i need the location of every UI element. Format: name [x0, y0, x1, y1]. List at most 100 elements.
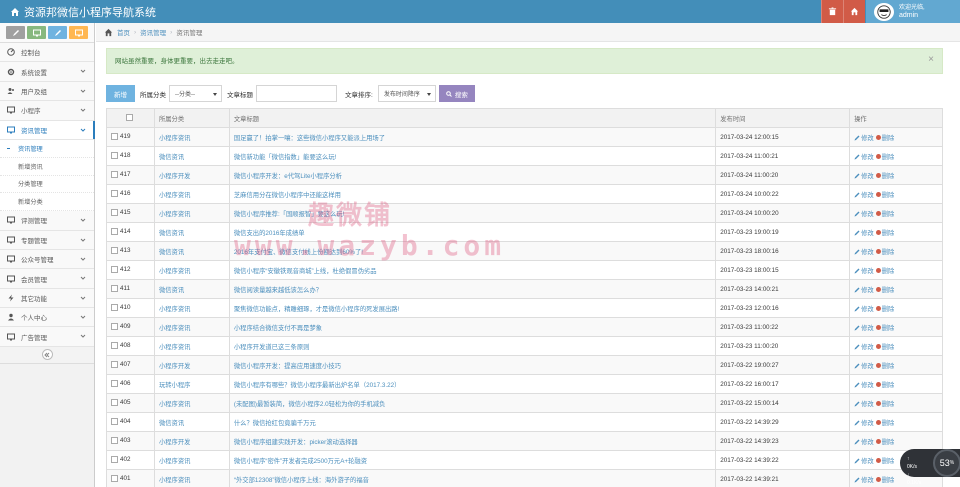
- row-category[interactable]: 微信资讯: [153, 412, 230, 432]
- user-menu[interactable]: 欢迎光临, admin: [866, 0, 960, 23]
- row-category[interactable]: 小程序资讯: [153, 260, 230, 280]
- category-select[interactable]: --分类--: [169, 85, 222, 102]
- row-checkbox[interactable]: [111, 361, 118, 369]
- row-checkbox[interactable]: [111, 228, 118, 236]
- row-title[interactable]: 国足赢了！拍掌一嚷：这些微信小程序又能派上用场了: [228, 127, 717, 147]
- delete-link[interactable]: 删除: [875, 135, 894, 142]
- delete-link[interactable]: 删除: [875, 401, 894, 408]
- sidebar-item-dashboard[interactable]: 控制台: [0, 43, 94, 63]
- sidebar-item-official-accounts[interactable]: 公众号管理: [0, 249, 94, 270]
- edit-link[interactable]: 修改: [854, 211, 874, 218]
- delete-link[interactable]: 删除: [875, 192, 894, 199]
- shortcut-button-4[interactable]: [69, 26, 88, 39]
- edit-link[interactable]: 修改: [854, 230, 874, 237]
- delete-link[interactable]: 删除: [875, 477, 894, 484]
- row-checkbox[interactable]: [111, 380, 118, 388]
- row-category[interactable]: 小程序资讯: [153, 184, 230, 204]
- row-title[interactable]: 微信新功能「微信指数」能要这么玩!: [228, 146, 717, 166]
- row-category[interactable]: 微信资讯: [153, 279, 230, 299]
- delete-link[interactable]: 删除: [875, 154, 894, 161]
- edit-link[interactable]: 修改: [854, 458, 874, 465]
- delete-link[interactable]: 删除: [875, 325, 894, 332]
- row-category[interactable]: 小程序资讯: [153, 393, 230, 413]
- row-title[interactable]: 聚焦微信功能点，精雕细琢，才是微信小程序的死发展出路!: [228, 298, 717, 318]
- row-checkbox[interactable]: [111, 133, 118, 141]
- delete-link[interactable]: 删除: [875, 382, 894, 389]
- sidebar-subitem-add-news[interactable]: 新增资讯: [0, 157, 94, 176]
- row-title[interactable]: 小程序结合微信支付不再是梦象: [228, 317, 717, 337]
- edit-link[interactable]: 修改: [854, 192, 874, 199]
- row-category[interactable]: 小程序资讯: [153, 127, 230, 147]
- delete-link[interactable]: 删除: [875, 249, 894, 256]
- sidebar-item-users[interactable]: 用户及组: [0, 81, 94, 102]
- row-category[interactable]: 小程序资讯: [153, 336, 230, 356]
- sidebar-item-miniprogram[interactable]: 小程序: [0, 101, 94, 121]
- row-title[interactable]: 芝麻信用分在微信小程序中还能这样用: [228, 184, 717, 204]
- row-title[interactable]: 微信小程序开发：提高应用速度小技巧: [228, 355, 717, 375]
- title-search-input[interactable]: [256, 85, 337, 102]
- row-category[interactable]: 小程序资讯: [153, 450, 230, 470]
- sidebar-item-members[interactable]: 会员管理: [0, 269, 94, 289]
- row-category[interactable]: 小程序资讯: [153, 203, 230, 223]
- row-category[interactable]: 小程序资讯: [153, 469, 230, 487]
- delete-link[interactable]: 删除: [875, 420, 894, 427]
- row-checkbox[interactable]: [111, 152, 118, 160]
- search-button[interactable]: 搜索: [438, 85, 475, 102]
- row-checkbox[interactable]: [111, 304, 118, 312]
- row-title[interactable]: 2016年支付宝、微信支付线上份额达到60%了!: [228, 241, 717, 261]
- edit-link[interactable]: 修改: [854, 439, 874, 446]
- home-button[interactable]: [843, 0, 865, 23]
- row-checkbox[interactable]: [111, 285, 118, 293]
- shortcut-button-3[interactable]: [48, 26, 67, 39]
- edit-link[interactable]: 修改: [854, 363, 874, 370]
- row-checkbox[interactable]: [111, 171, 118, 179]
- row-category[interactable]: 玩转小程序: [153, 374, 230, 394]
- edit-link[interactable]: 修改: [854, 173, 874, 180]
- cpu-gauge[interactable]: 53%: [933, 449, 960, 477]
- edit-link[interactable]: 修改: [854, 249, 874, 256]
- sidebar-subitem-news-manage[interactable]: 资讯管理: [0, 139, 94, 158]
- sidebar-subitem-category-manage[interactable]: 分类管理: [0, 175, 94, 194]
- row-checkbox[interactable]: [111, 399, 118, 407]
- sort-select[interactable]: 发布时间降序: [377, 85, 436, 102]
- edit-link[interactable]: 修改: [854, 477, 874, 484]
- sidebar-collapse-button[interactable]: [41, 349, 53, 361]
- delete-link[interactable]: 删除: [875, 458, 894, 465]
- delete-link[interactable]: 删除: [875, 230, 894, 237]
- row-title[interactable]: 微信小程序组建实践开发：picker滚动选择器: [228, 431, 717, 451]
- edit-link[interactable]: 修改: [854, 287, 874, 294]
- sidebar-item-profile[interactable]: 个人中心: [0, 308, 94, 328]
- sidebar-item-other[interactable]: 其它功能: [0, 288, 94, 309]
- row-checkbox[interactable]: [111, 209, 118, 217]
- edit-link[interactable]: 修改: [854, 325, 874, 332]
- edit-link[interactable]: 修改: [854, 154, 874, 161]
- row-category[interactable]: 微信资讯: [153, 146, 230, 166]
- row-checkbox[interactable]: [111, 323, 118, 331]
- row-category[interactable]: 小程序开发: [153, 355, 230, 375]
- row-checkbox[interactable]: [111, 437, 118, 445]
- delete-link[interactable]: 删除: [875, 268, 894, 275]
- edit-link[interactable]: 修改: [854, 306, 874, 313]
- delete-link[interactable]: 删除: [875, 344, 894, 351]
- row-category[interactable]: 小程序资讯: [153, 298, 230, 318]
- row-title[interactable]: 微信小程序“安徽铁观音商城”上线，杜绝假冒伪劣品: [228, 260, 717, 280]
- select-all-checkbox[interactable]: [125, 114, 133, 122]
- row-checkbox[interactable]: [111, 190, 118, 198]
- row-category[interactable]: 小程序开发: [153, 165, 230, 185]
- edit-link[interactable]: 修改: [854, 344, 874, 351]
- alert-close-button[interactable]: ×: [928, 54, 934, 65]
- delete-link[interactable]: 删除: [875, 306, 894, 313]
- sidebar-item-reviews[interactable]: 评测管理: [0, 211, 94, 231]
- row-checkbox[interactable]: [111, 456, 118, 464]
- delete-link[interactable]: 删除: [875, 211, 894, 218]
- row-checkbox[interactable]: [111, 247, 118, 255]
- sidebar-item-ads[interactable]: 广告管理: [0, 327, 94, 347]
- row-title[interactable]: 小程序开发道已这三条原则: [228, 336, 717, 356]
- row-title[interactable]: “外交部12308”微信小程序上线：海外游子的福音: [228, 469, 717, 487]
- row-checkbox[interactable]: [111, 266, 118, 274]
- row-title[interactable]: (未配图)最暂装简，微信小程序2.0轻松为你的手机减负: [228, 393, 717, 413]
- row-title[interactable]: 微信支出的2016年成绩单: [228, 222, 717, 242]
- shortcut-button-1[interactable]: [6, 26, 25, 39]
- edit-link[interactable]: 修改: [854, 268, 874, 275]
- breadcrumb-section-link[interactable]: 资讯管理: [140, 27, 166, 37]
